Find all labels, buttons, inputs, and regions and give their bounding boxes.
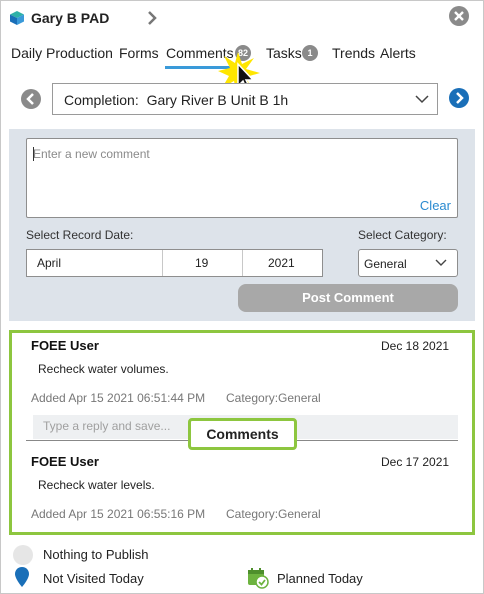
tab-tasks[interactable]: Tasks — [266, 45, 302, 61]
comment-date: Dec 18 2021 — [381, 339, 450, 353]
completion-label: Completion: — [64, 92, 139, 108]
date-day[interactable]: 19 — [195, 250, 208, 276]
previous-completion-button[interactable] — [21, 89, 41, 109]
comment-category: Category:General — [226, 391, 321, 405]
comment-added: Added Apr 15 2021 06:55:16 PM — [31, 507, 206, 521]
chevron-down-icon — [435, 259, 447, 266]
comment-category: Category:General — [226, 507, 321, 521]
record-date-label: Select Record Date: — [26, 228, 134, 242]
comment-text: Recheck water volumes. — [38, 362, 169, 376]
comment-author: FOEE User — [31, 454, 99, 469]
tab-daily-production[interactable]: Daily Production — [11, 45, 113, 61]
map-pin-icon — [15, 567, 29, 587]
date-month[interactable]: April — [37, 250, 61, 276]
chevron-right-icon — [456, 92, 464, 104]
calendar-check-icon — [248, 568, 269, 589]
next-completion-button[interactable] — [449, 88, 469, 108]
category-value: General — [364, 257, 407, 271]
not-visited-label: Not Visited Today — [43, 571, 144, 586]
completion-select[interactable]: Completion: Gary River B Unit B 1h — [52, 83, 438, 115]
tab-alerts[interactable]: Alerts — [380, 45, 416, 61]
tab-trends[interactable]: Trends — [332, 45, 375, 61]
comment-author: FOEE User — [31, 338, 99, 353]
clear-link[interactable]: Clear — [420, 198, 451, 213]
category-select[interactable]: General — [358, 249, 458, 277]
tab-forms[interactable]: Forms — [119, 45, 159, 61]
comment-added: Added Apr 15 2021 06:51:44 PM — [31, 391, 206, 405]
chevron-left-icon — [26, 93, 34, 105]
comment-text: Recheck water levels. — [38, 478, 155, 492]
comments-callout: Comments — [188, 418, 297, 450]
post-comment-button[interactable]: Post Comment — [238, 284, 458, 312]
record-date-picker[interactable]: April 19 2021 — [26, 249, 323, 277]
completion-text: Completion: Gary River B Unit B 1h — [64, 92, 288, 108]
comment-date: Dec 17 2021 — [381, 455, 450, 469]
nothing-to-publish-label: Nothing to Publish — [43, 547, 149, 562]
chevron-right-icon[interactable] — [145, 9, 159, 27]
comment-textarea[interactable]: Enter a new comment Clear — [26, 138, 458, 218]
chevron-down-icon — [415, 95, 429, 104]
close-button[interactable] — [449, 6, 469, 26]
tasks-count-badge: 1 — [302, 45, 318, 61]
date-divider — [242, 250, 243, 276]
completion-value: Gary River B Unit B 1h — [146, 92, 289, 108]
date-year[interactable]: 2021 — [268, 250, 295, 276]
page-title: Gary B PAD — [31, 10, 110, 26]
comment-placeholder: Enter a new comment — [33, 147, 150, 161]
new-comment-panel: Enter a new comment Clear Select Record … — [9, 129, 475, 321]
reply-placeholder: Type a reply and save... — [43, 419, 171, 433]
stack-logo-icon — [10, 11, 24, 25]
publish-status-icon — [13, 545, 33, 565]
close-icon — [454, 11, 464, 21]
date-divider — [162, 250, 163, 276]
planned-today-label: Planned Today — [277, 571, 363, 586]
category-label: Select Category: — [358, 228, 447, 242]
